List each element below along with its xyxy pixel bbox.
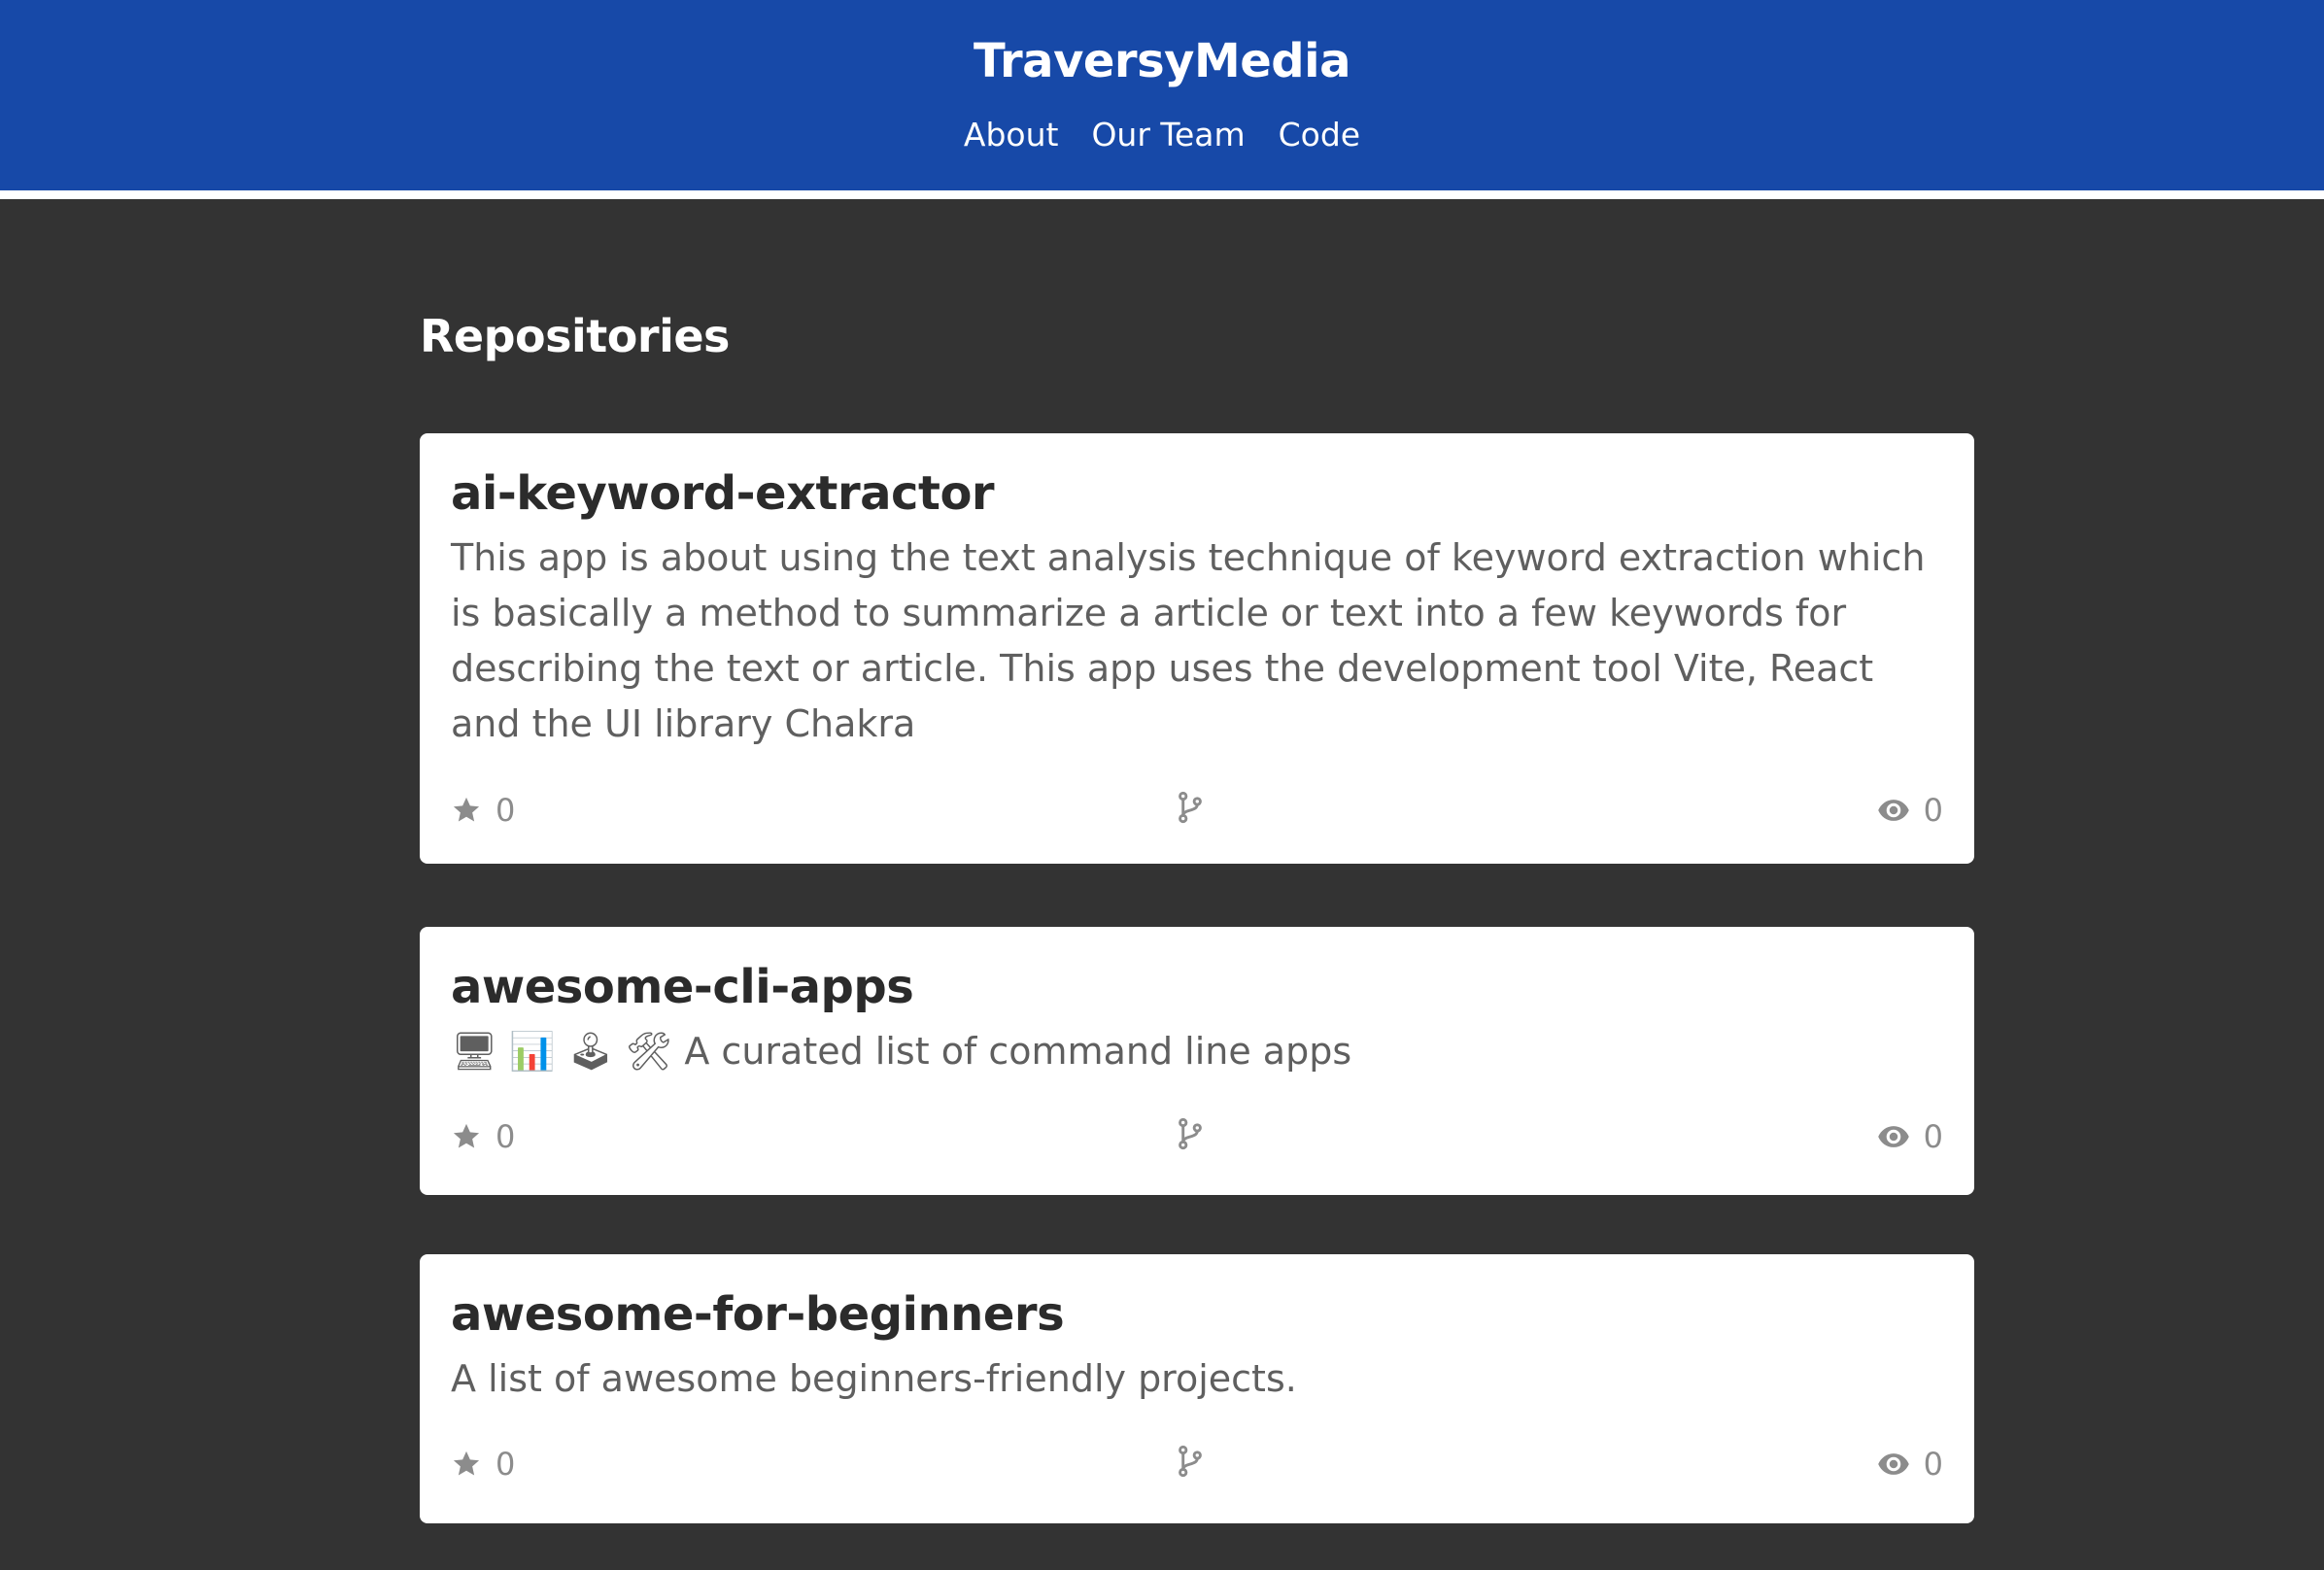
stars-count: 0	[496, 792, 516, 829]
stars-count: 0	[496, 1446, 516, 1483]
forks-stat	[1176, 1445, 1218, 1478]
repo-description: This app is about using the text analysi…	[451, 536, 1926, 745]
eye-icon	[1877, 1124, 1910, 1149]
fork-icon	[1176, 1117, 1205, 1150]
star-icon	[451, 1449, 482, 1480]
repo-description: 🖥 📊 🕹 🛠 A curated list of command line a…	[451, 1030, 1352, 1073]
eye-icon	[1877, 798, 1910, 823]
forks-stat	[1176, 791, 1218, 824]
repo-stats: 0 0	[451, 1445, 1943, 1484]
watchers-stat: 0	[1877, 1445, 1943, 1484]
repo-name-link[interactable]: ai-keyword-extractor	[451, 462, 995, 525]
repo-stats: 0 0	[451, 791, 1943, 830]
site-brand[interactable]: TraversyMedia	[0, 29, 2324, 93]
watchers-count: 0	[1923, 1118, 1943, 1155]
fork-icon	[1176, 1445, 1205, 1478]
repo-description: A list of awesome beginners-friendly pro…	[451, 1357, 1297, 1400]
watchers-stat: 0	[1877, 1117, 1943, 1156]
main-nav: About Our Team Code	[0, 111, 2324, 159]
star-icon	[451, 795, 482, 826]
watchers-stat: 0	[1877, 791, 1943, 830]
header-divider	[0, 190, 2324, 199]
stars-stat: 0	[451, 1445, 515, 1484]
repo-card: awesome-for-beginners A list of awesome …	[420, 1254, 1974, 1523]
stars-stat: 0	[451, 791, 515, 830]
repo-card: awesome-cli-apps 🖥 📊 🕹 🛠 A curated list …	[420, 927, 1974, 1195]
eye-icon	[1877, 1451, 1910, 1477]
nav-link-our-team[interactable]: Our Team	[1091, 111, 1245, 159]
fork-icon	[1176, 791, 1205, 824]
nav-link-code[interactable]: Code	[1279, 111, 1360, 159]
repo-name-link[interactable]: awesome-for-beginners	[451, 1283, 1065, 1346]
repo-card: ai-keyword-extractor This app is about u…	[420, 433, 1974, 864]
watchers-count: 0	[1923, 1446, 1943, 1483]
star-icon	[451, 1121, 482, 1152]
stars-count: 0	[496, 1118, 516, 1155]
stars-stat: 0	[451, 1117, 515, 1156]
repo-name-link[interactable]: awesome-cli-apps	[451, 956, 914, 1018]
forks-stat	[1176, 1117, 1218, 1150]
nav-link-about[interactable]: About	[964, 111, 1059, 159]
repo-stats: 0 0	[451, 1117, 1943, 1156]
watchers-count: 0	[1923, 792, 1943, 829]
page-title: Repositories	[420, 310, 730, 362]
